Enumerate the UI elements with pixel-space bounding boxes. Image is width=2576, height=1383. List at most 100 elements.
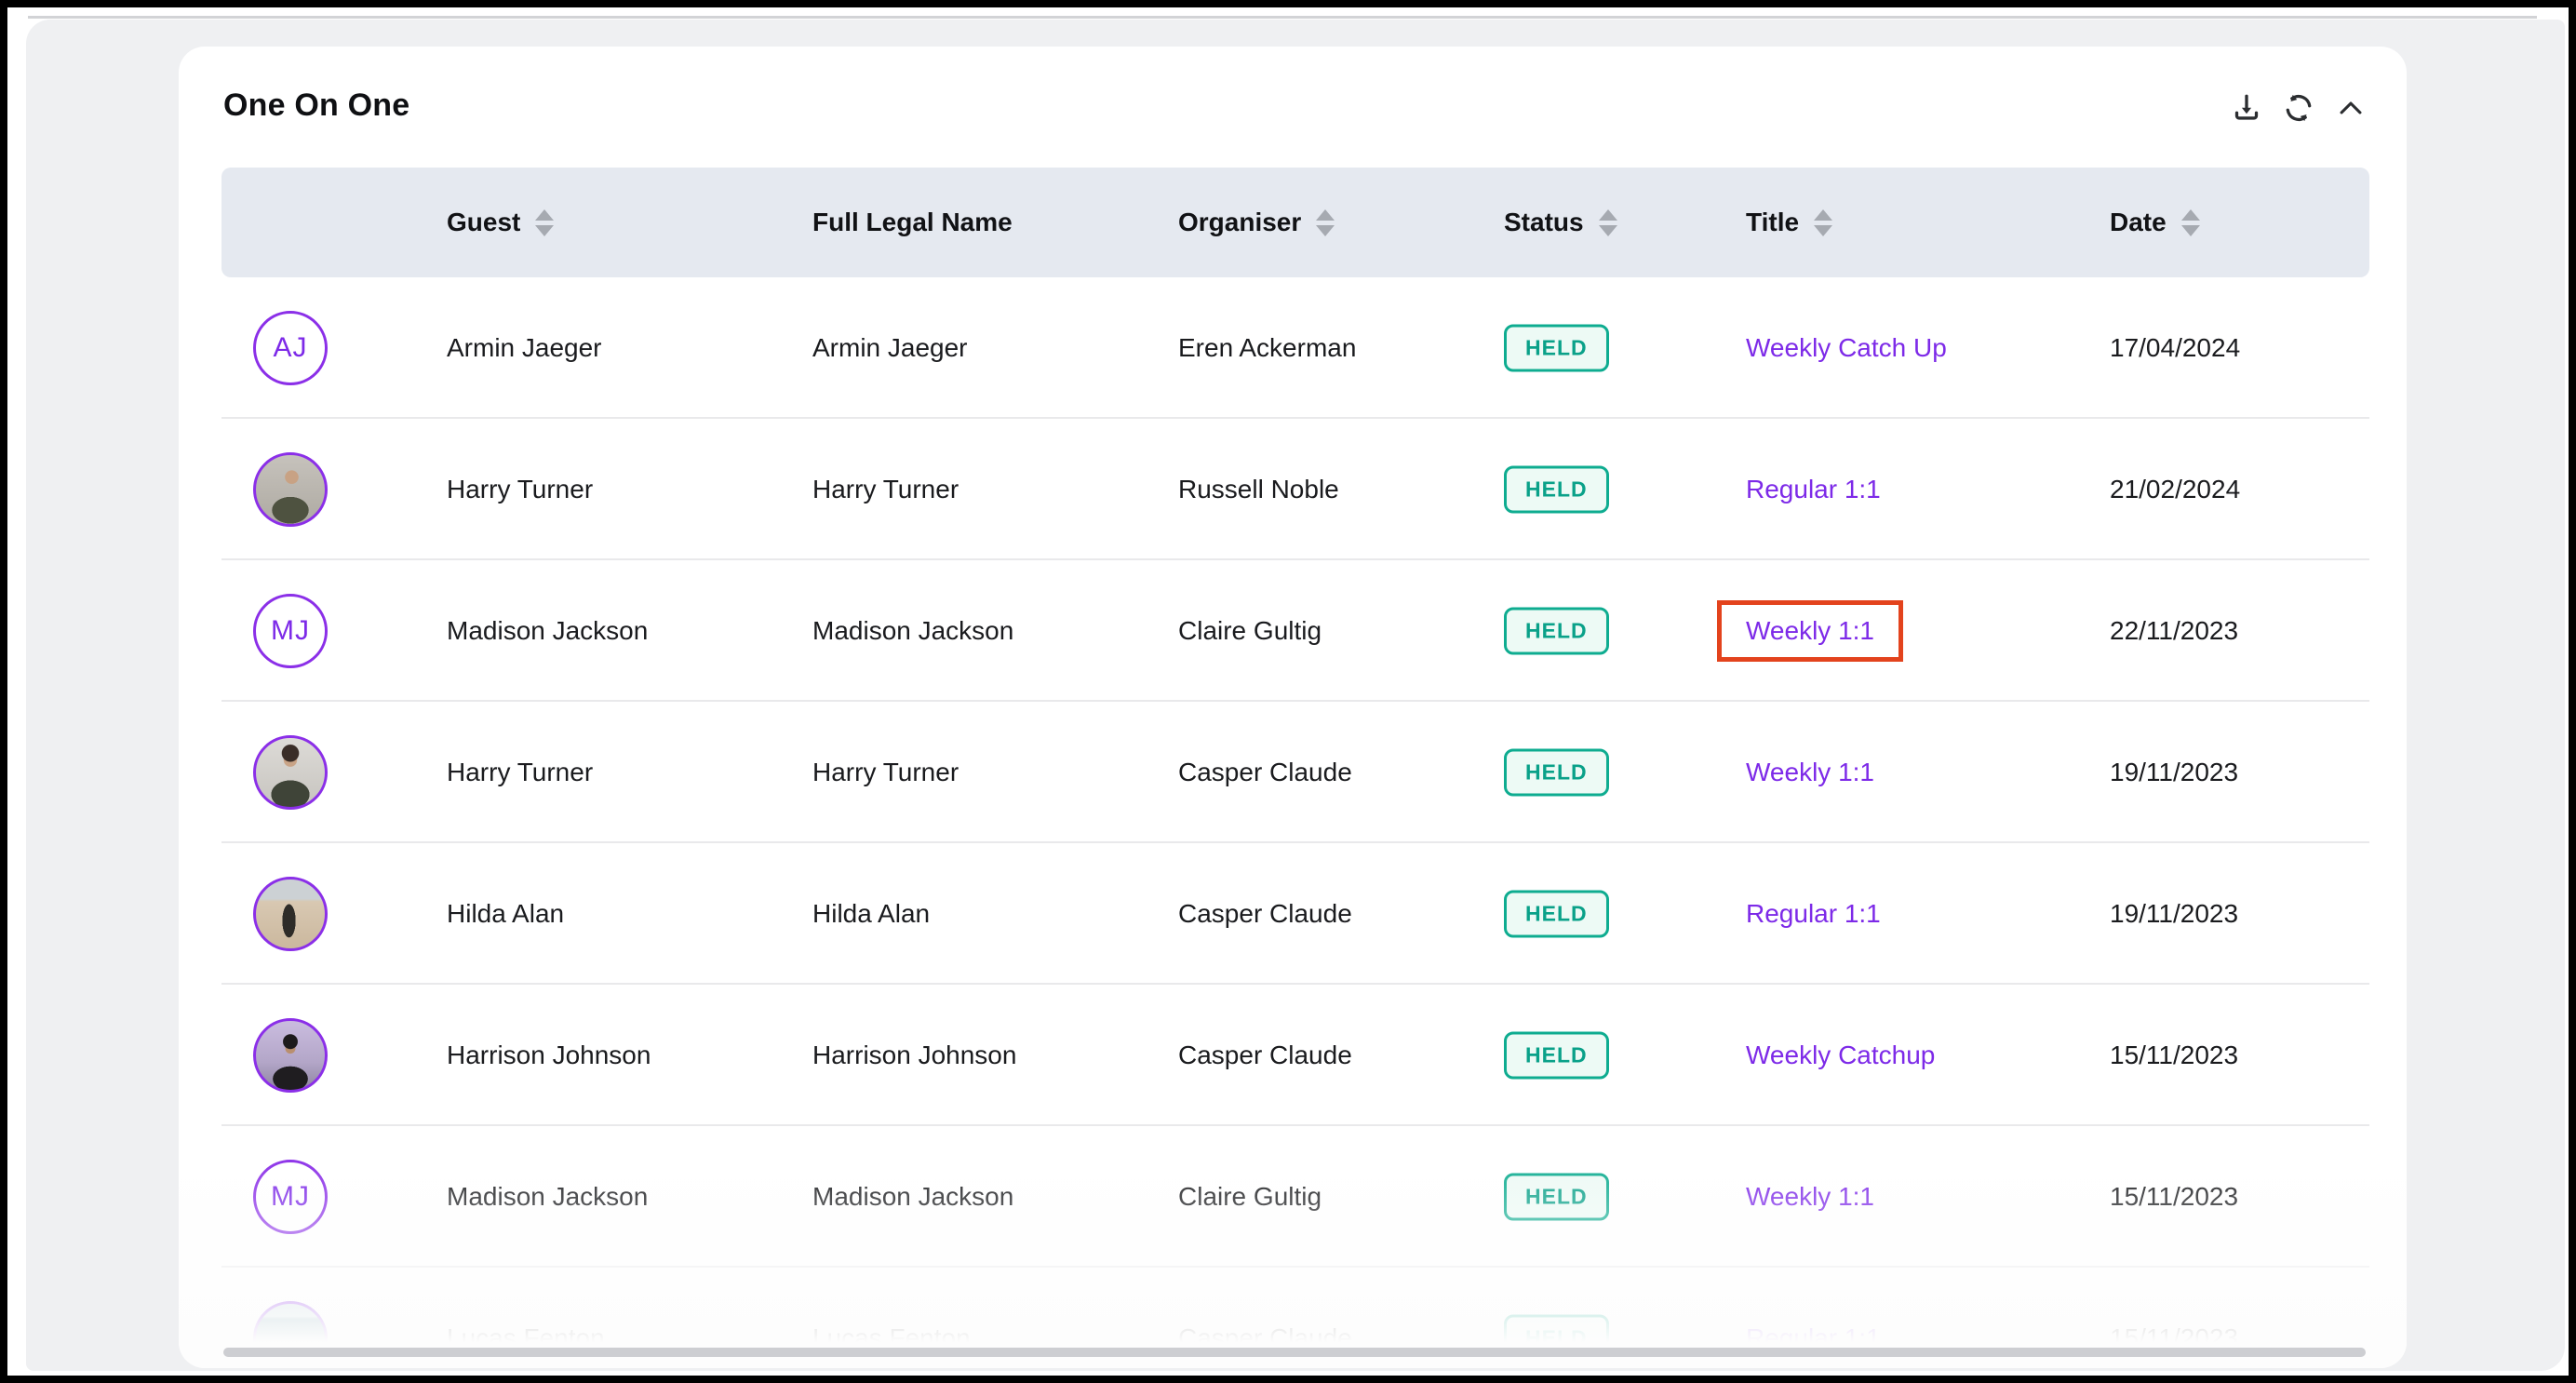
card-header: One On One xyxy=(179,47,2407,168)
refresh-icon xyxy=(2282,91,2315,125)
column-header[interactable]: Guest xyxy=(447,208,554,237)
meeting-title-link[interactable]: Weekly 1:1 xyxy=(1746,758,1874,787)
download-button[interactable] xyxy=(2228,89,2265,127)
title-cell: Weekly 1:1 xyxy=(1746,1182,1874,1212)
avatar-cell: AJ xyxy=(253,311,328,385)
table-row: Harry Turner Harry Turner Casper Claude … xyxy=(179,702,2407,843)
sort-arrows-icon xyxy=(2181,209,2200,236)
meeting-title-link[interactable]: Weekly Catch Up xyxy=(1746,333,1947,363)
page-title: One On One xyxy=(223,87,409,124)
column-header-label: Title xyxy=(1746,208,1799,237)
column-header[interactable]: Title xyxy=(1746,208,1832,237)
organiser-cell: Casper Claude xyxy=(1178,758,1352,787)
avatar-cell xyxy=(253,877,328,951)
avatar: MJ xyxy=(253,1160,328,1234)
column-header-label: Status xyxy=(1504,208,1584,237)
avatar-cell: MJ xyxy=(253,594,328,668)
meeting-title-link[interactable]: Weekly 1:1 xyxy=(1746,1182,1874,1212)
column-header[interactable]: Date xyxy=(2110,208,2200,237)
guest-cell: Harry Turner xyxy=(447,475,593,504)
full-legal-name-cell: Harrison Johnson xyxy=(812,1041,1016,1070)
organiser-cell: Claire Gultig xyxy=(1178,616,1322,646)
table-row: MJ Madison Jackson Madison Jackson Clair… xyxy=(179,1126,2407,1268)
guest-cell: Harry Turner xyxy=(447,758,593,787)
organiser-cell: Russell Noble xyxy=(1178,475,1339,504)
status-badge: HELD xyxy=(1504,749,1609,797)
full-legal-name-cell: Armin Jaeger xyxy=(812,333,968,363)
sort-arrows-icon xyxy=(1316,209,1335,236)
title-cell: Weekly 1:1 xyxy=(1746,758,1874,787)
avatar: MJ xyxy=(253,594,328,668)
avatar: AJ xyxy=(253,311,328,385)
sort-arrows-icon xyxy=(1814,209,1832,236)
horizontal-scrollbar[interactable] xyxy=(223,1348,2366,1357)
guest-cell: Harrison Johnson xyxy=(447,1041,651,1070)
status-cell: HELD xyxy=(1504,608,1609,655)
status-cell: HELD xyxy=(1504,1174,1609,1221)
full-legal-name-cell: Hilda Alan xyxy=(812,899,930,929)
status-cell: HELD xyxy=(1504,1032,1609,1080)
one-on-one-card: One On One xyxy=(179,47,2407,1368)
full-legal-name-cell: Madison Jackson xyxy=(812,1182,1013,1212)
sort-arrows-icon xyxy=(535,209,554,236)
collapse-button[interactable] xyxy=(2332,89,2369,127)
title-cell: Weekly Catchup xyxy=(1746,1041,1935,1070)
avatar-cell xyxy=(253,735,328,810)
avatar xyxy=(253,1018,328,1093)
avatar xyxy=(253,735,328,810)
top-divider xyxy=(28,16,2537,19)
avatar-cell xyxy=(253,1301,328,1368)
status-badge: HELD xyxy=(1504,891,1609,938)
organiser-cell: Casper Claude xyxy=(1178,899,1352,929)
column-header-label: Organiser xyxy=(1178,208,1301,237)
avatar-cell xyxy=(253,1018,328,1093)
chevron-up-icon xyxy=(2335,92,2367,124)
status-cell: HELD xyxy=(1504,466,1609,514)
refresh-button[interactable] xyxy=(2280,89,2317,127)
date-cell: 19/11/2023 xyxy=(2110,758,2238,787)
date-cell: 15/11/2023 xyxy=(2110,1182,2238,1212)
table-row: AJ Armin Jaeger Armin Jaeger Eren Ackerm… xyxy=(179,277,2407,419)
guest-cell: Hilda Alan xyxy=(447,899,564,929)
avatar xyxy=(253,1301,328,1368)
date-cell: 17/04/2024 xyxy=(2110,333,2240,363)
table-header-row: Guest Full Legal Name Organiser Status T… xyxy=(179,168,2407,277)
table-row: Harry Turner Harry Turner Russell Noble … xyxy=(179,419,2407,560)
date-cell: 22/11/2023 xyxy=(2110,616,2238,646)
screenshot-frame: One On One xyxy=(0,0,2576,1383)
status-badge: HELD xyxy=(1504,325,1609,372)
table-row: Harrison Johnson Harrison Johnson Casper… xyxy=(179,985,2407,1126)
full-legal-name-cell: Madison Jackson xyxy=(812,616,1013,646)
avatar xyxy=(253,452,328,527)
date-cell: 19/11/2023 xyxy=(2110,899,2238,929)
status-cell: HELD xyxy=(1504,749,1609,797)
date-cell: 21/02/2024 xyxy=(2110,475,2240,504)
meeting-title-link[interactable]: Regular 1:1 xyxy=(1746,475,1881,504)
app-background: One On One xyxy=(7,7,2569,1376)
column-header[interactable]: Full Legal Name xyxy=(812,208,1013,237)
title-cell: Regular 1:1 xyxy=(1746,899,1881,929)
column-header[interactable]: Status xyxy=(1504,208,1617,237)
full-legal-name-cell: Harry Turner xyxy=(812,475,959,504)
column-header-label: Guest xyxy=(447,208,520,237)
meeting-title-link[interactable]: Weekly Catchup xyxy=(1746,1041,1935,1070)
column-header-label: Full Legal Name xyxy=(812,208,1013,237)
title-cell: Weekly Catch Up xyxy=(1746,333,1947,363)
title-cell: Regular 1:1 xyxy=(1746,475,1881,504)
avatar-cell xyxy=(253,452,328,527)
table-row: Hilda Alan Hilda Alan Casper Claude HELD… xyxy=(179,843,2407,985)
status-badge: HELD xyxy=(1504,1174,1609,1221)
organiser-cell: Casper Claude xyxy=(1178,1041,1352,1070)
column-header[interactable]: Organiser xyxy=(1178,208,1335,237)
card-toolbar xyxy=(2228,89,2369,127)
meeting-title-link[interactable]: Regular 1:1 xyxy=(1746,899,1881,929)
meeting-title-link[interactable]: Weekly 1:1 xyxy=(1717,600,1903,662)
date-cell: 15/11/2023 xyxy=(2110,1041,2238,1070)
table-body: AJ Armin Jaeger Armin Jaeger Eren Ackerm… xyxy=(179,277,2407,1368)
download-icon xyxy=(2230,91,2263,125)
organiser-cell: Claire Gultig xyxy=(1178,1182,1322,1212)
organiser-cell: Eren Ackerman xyxy=(1178,333,1356,363)
status-badge: HELD xyxy=(1504,608,1609,655)
avatar-cell: MJ xyxy=(253,1160,328,1234)
guest-cell: Armin Jaeger xyxy=(447,333,602,363)
